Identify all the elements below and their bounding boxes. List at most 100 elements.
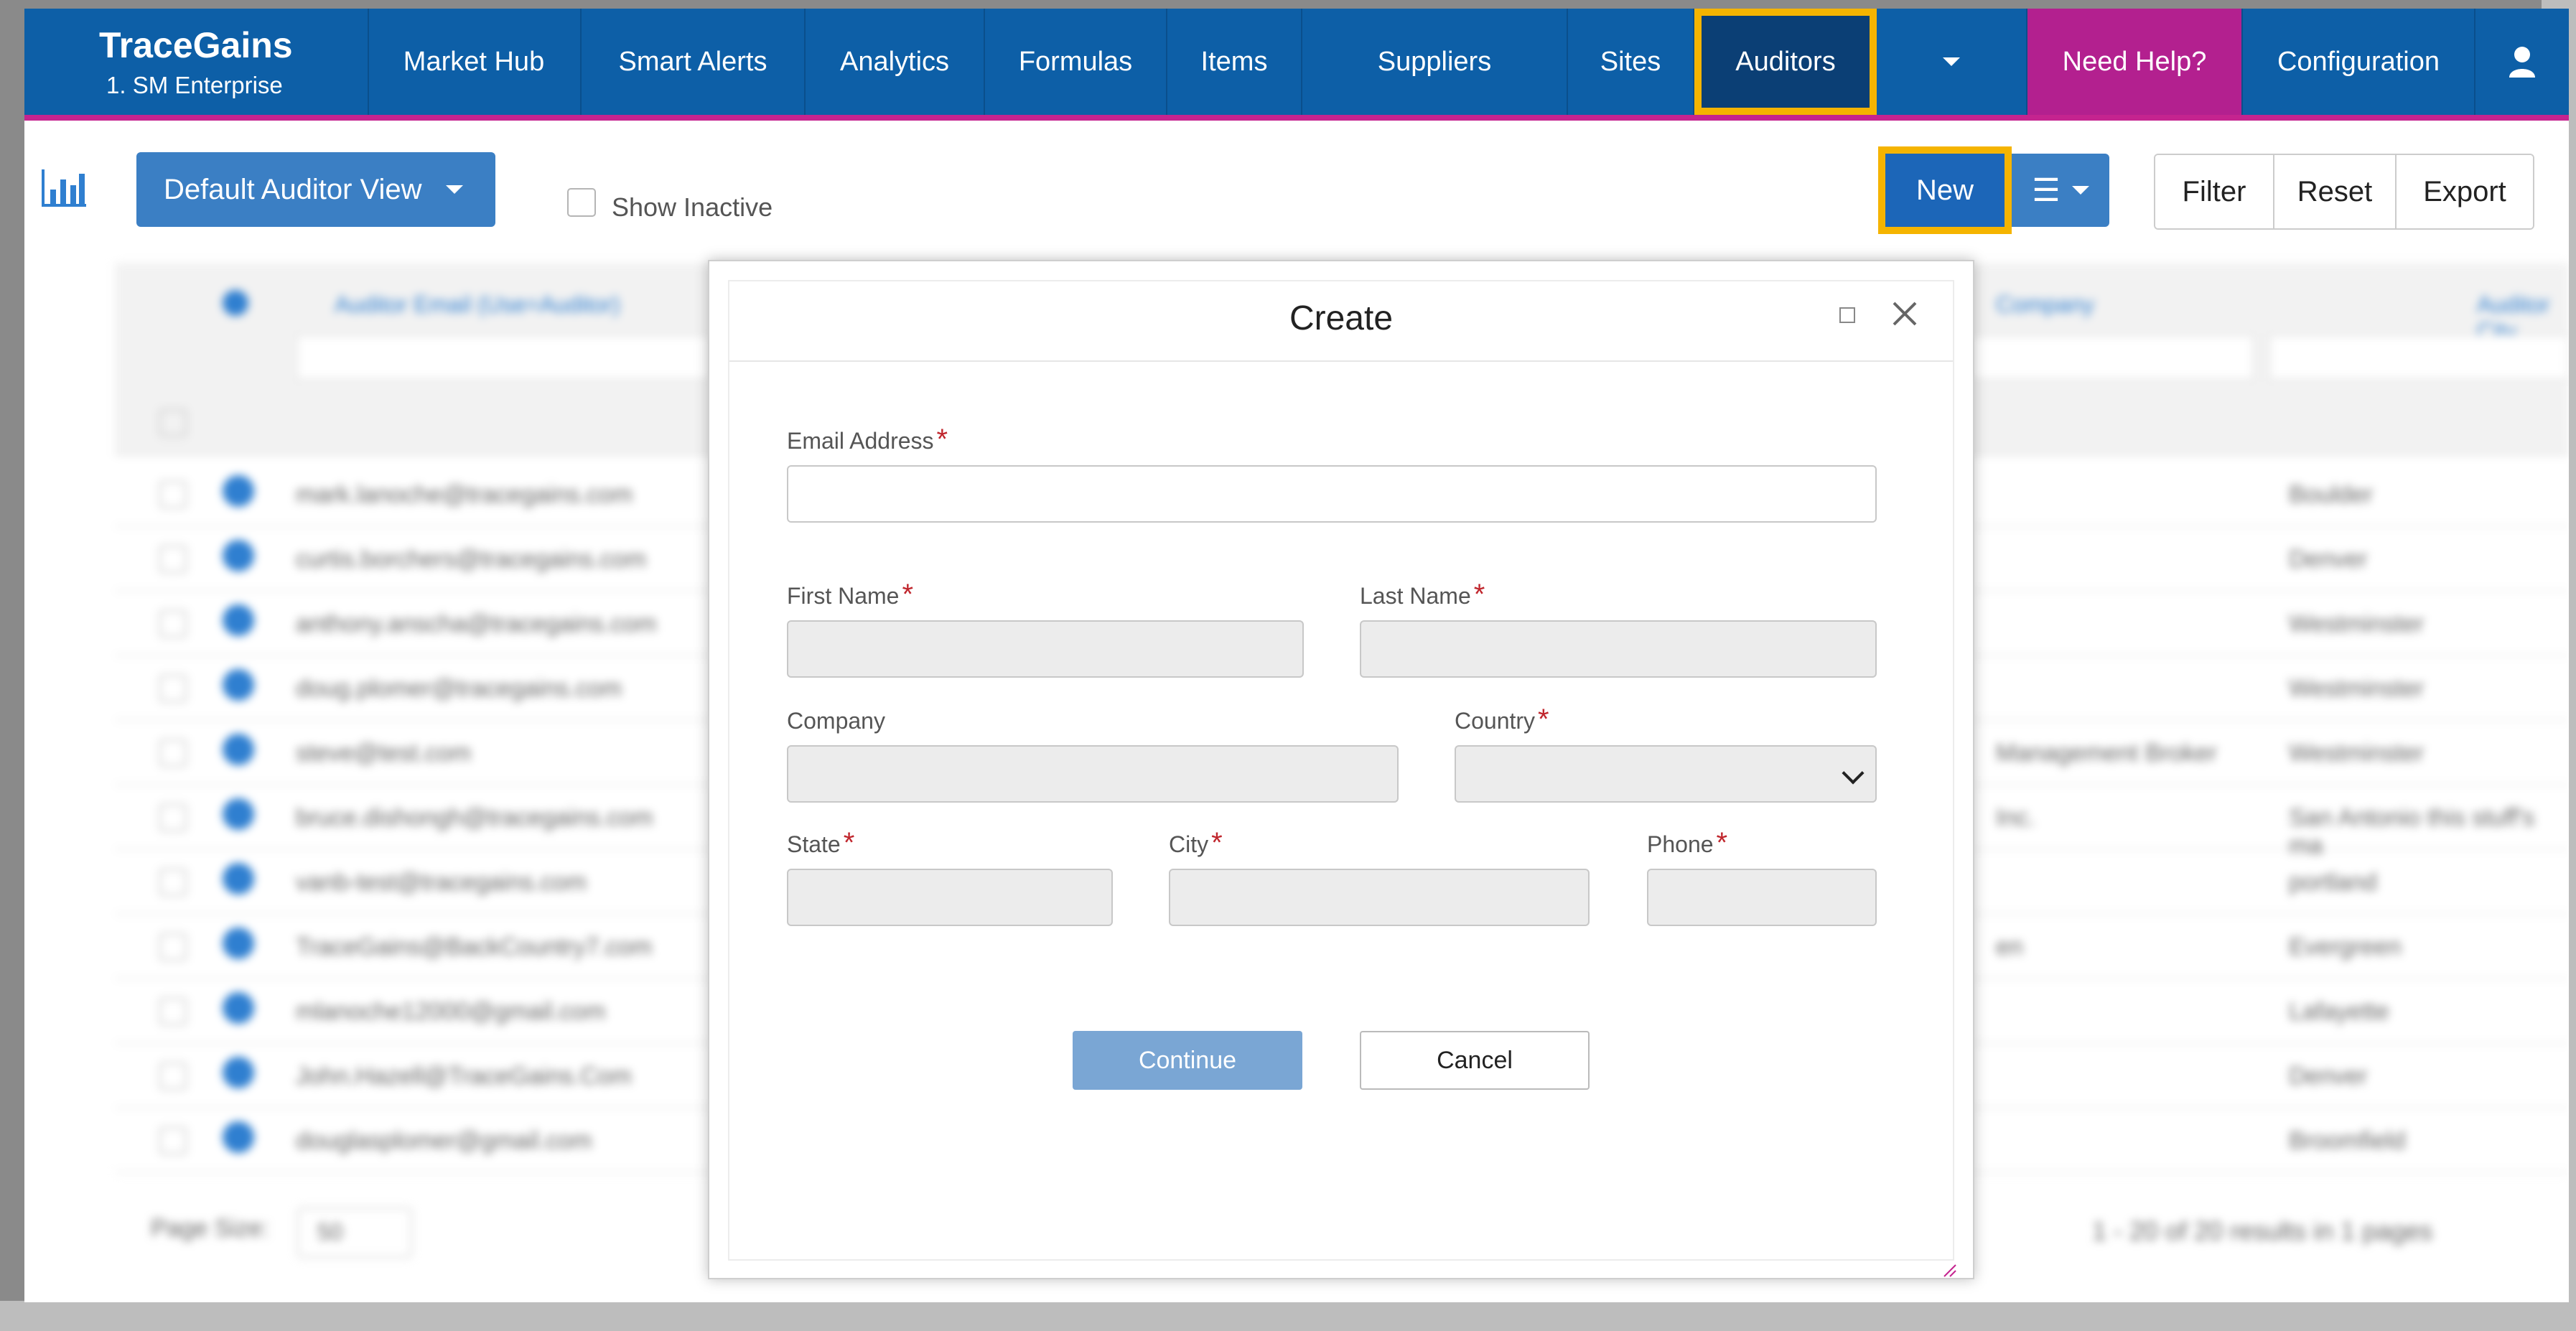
row-checkbox[interactable] — [159, 675, 187, 702]
select-all-checkbox[interactable] — [159, 409, 187, 436]
dialog-title: Create — [1289, 299, 1394, 337]
app-window: TraceGains 1. SM Enterprise Market Hub S… — [24, 9, 2569, 1302]
row-city: Broomfield — [2289, 1127, 2406, 1154]
nav-user-menu[interactable] — [2475, 9, 2569, 115]
chevron-down-icon — [446, 185, 464, 194]
maximize-icon[interactable] — [1839, 307, 1855, 323]
page-size-value: 50 — [317, 1219, 343, 1245]
row-checkbox[interactable] — [159, 804, 187, 831]
required-marker: * — [1211, 827, 1223, 859]
gear-icon[interactable] — [223, 992, 254, 1024]
row-checkbox[interactable] — [159, 933, 187, 961]
show-inactive-checkbox[interactable] — [567, 188, 596, 217]
row-checkbox[interactable] — [159, 739, 187, 767]
nav-auditors[interactable]: Auditors — [1694, 9, 1877, 115]
company-field[interactable] — [787, 745, 1399, 803]
country-select[interactable] — [1455, 745, 1877, 803]
row-email: anthony.anscha@tracegains.com — [296, 610, 657, 638]
nav-items[interactable]: Items — [1167, 9, 1302, 115]
page-size-select[interactable]: 50 — [297, 1208, 412, 1258]
row-city: Denver — [2289, 546, 2368, 573]
phone-label: Phone * — [1647, 827, 1728, 859]
nav-formulas[interactable]: Formulas — [985, 9, 1167, 115]
row-city: Evergreen — [2289, 933, 2402, 961]
email-field[interactable] — [787, 465, 1877, 523]
city-filter-input[interactable] — [2269, 335, 2569, 380]
last-name-field[interactable] — [1360, 620, 1877, 678]
phone-field[interactable] — [1647, 869, 1877, 926]
nav-more-dropdown[interactable] — [1877, 9, 2027, 115]
state-field[interactable] — [787, 869, 1113, 926]
show-inactive-label: Show Inactive — [612, 192, 773, 222]
row-city: Westminster — [2289, 739, 2425, 767]
last-name-label: Last Name * — [1360, 579, 1485, 610]
gear-icon[interactable] — [223, 669, 254, 701]
view-selector-button[interactable]: Default Auditor View — [136, 152, 495, 227]
nav-market-hub[interactable]: Market Hub — [368, 9, 582, 115]
resize-handle-icon[interactable] — [1941, 1262, 1957, 1278]
row-email: bruce.dishongh@tracegains.com — [296, 804, 653, 831]
filter-button[interactable]: Filter — [2155, 155, 2274, 228]
row-email: vanb-test@tracegains.com — [296, 869, 587, 896]
row-checkbox[interactable] — [159, 869, 187, 896]
user-icon — [2509, 47, 2535, 78]
column-header-email[interactable]: Auditor Email (Use=Auditor) — [335, 291, 620, 318]
export-button[interactable]: Export — [2397, 155, 2533, 228]
row-checkbox[interactable] — [159, 481, 187, 508]
nav-analytics[interactable]: Analytics — [806, 9, 985, 115]
results-summary: 1 - 20 of 20 results in 1 pages — [2092, 1216, 2433, 1246]
actions-menu-button[interactable]: ☰ — [2012, 154, 2109, 227]
grid-actions-group: Filter Reset Export — [2154, 154, 2534, 230]
row-city: Lafayette — [2289, 998, 2389, 1025]
gear-icon[interactable] — [223, 604, 254, 636]
city-field[interactable] — [1169, 869, 1590, 926]
brand[interactable]: TraceGains 1. SM Enterprise — [24, 9, 369, 115]
email-label: Email Address * — [787, 424, 948, 455]
company-filter-input[interactable] — [1967, 335, 2254, 380]
close-icon[interactable] — [1887, 296, 1923, 332]
required-marker: * — [936, 424, 948, 455]
bar-chart-icon[interactable] — [40, 168, 88, 208]
create-dialog: Create Email Address * First Name * Last N… — [708, 260, 1974, 1279]
row-checkbox[interactable] — [159, 1127, 187, 1154]
nav-smart-alerts[interactable]: Smart Alerts — [582, 9, 806, 115]
create-dialog-body: Create Email Address * First Name * Last N… — [728, 280, 1954, 1261]
reset-button[interactable]: Reset — [2274, 155, 2397, 228]
row-checkbox[interactable] — [159, 998, 187, 1025]
row-checkbox[interactable] — [159, 1063, 187, 1090]
gear-icon[interactable] — [223, 1121, 254, 1153]
gear-icon[interactable] — [223, 798, 254, 830]
chevron-down-icon — [1842, 762, 1865, 785]
gear-icon[interactable] — [223, 475, 254, 507]
row-city: Denver — [2289, 1063, 2368, 1090]
row-email: John.Hazell@TraceGains.Com — [296, 1063, 632, 1090]
continue-button[interactable]: Continue — [1073, 1031, 1302, 1090]
row-email: mlanoche12000@gmail.com — [296, 998, 606, 1025]
first-name-field[interactable] — [787, 620, 1304, 678]
nav-sites[interactable]: Sites — [1568, 9, 1694, 115]
brand-name: TraceGains — [99, 25, 293, 65]
country-label: Country * — [1455, 704, 1549, 735]
cancel-button[interactable]: Cancel — [1360, 1031, 1590, 1090]
row-email: mark.lanoche@tracegains.com — [296, 481, 633, 508]
email-filter-input[interactable] — [296, 335, 712, 380]
new-button[interactable]: New — [1878, 146, 2012, 234]
row-email: steve@test.com — [296, 739, 472, 767]
gear-icon[interactable] — [223, 734, 254, 765]
row-checkbox[interactable] — [159, 610, 187, 638]
column-header-company[interactable]: Company — [1996, 291, 2094, 318]
city-label: City * — [1169, 827, 1223, 859]
company-label: Company — [787, 708, 885, 734]
nav-suppliers[interactable]: Suppliers — [1302, 9, 1568, 115]
gear-icon[interactable] — [223, 540, 254, 571]
gear-icon[interactable] — [223, 290, 248, 316]
gear-icon[interactable] — [223, 863, 254, 895]
row-email: douglasplomer@gmail.com — [296, 1127, 592, 1154]
gear-icon[interactable] — [223, 1057, 254, 1088]
gear-icon[interactable] — [223, 928, 254, 959]
required-marker: * — [843, 827, 855, 859]
row-checkbox[interactable] — [159, 546, 187, 573]
nav-configuration[interactable]: Configuration — [2243, 9, 2475, 115]
nav-need-help[interactable]: Need Help? — [2027, 9, 2243, 115]
hamburger-icon: ☰ — [2032, 172, 2061, 208]
